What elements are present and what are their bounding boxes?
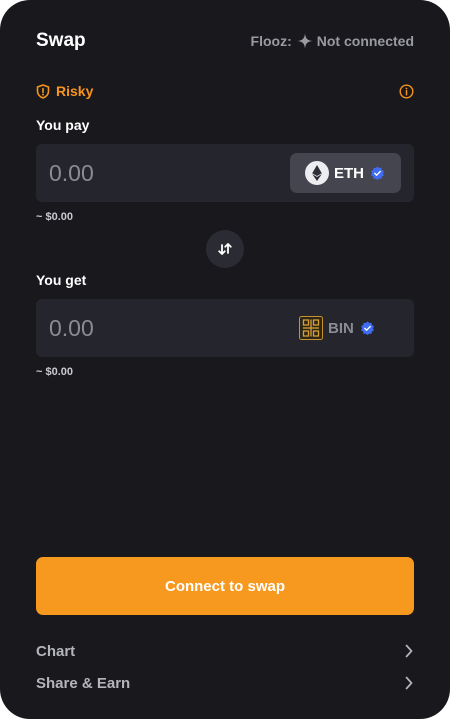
chart-link-label: Chart — [36, 642, 76, 660]
chevron-right-icon — [405, 676, 413, 690]
swap-widget: Swap Flooz: Not connected Risky You pay — [0, 0, 450, 719]
risk-row: Risky — [36, 81, 414, 101]
pay-label: You pay — [36, 117, 90, 133]
shield-warning-icon — [36, 83, 50, 99]
bin-token-icon — [299, 316, 323, 340]
receive-usd-value: ~ $0.00 — [36, 366, 74, 378]
info-icon[interactable] — [399, 83, 414, 99]
pay-amount-input[interactable] — [49, 157, 249, 189]
sparkle-icon — [297, 33, 313, 49]
verified-badge-icon — [360, 320, 374, 335]
verified-badge-icon — [371, 165, 384, 180]
pay-token-selector[interactable]: ETH — [290, 153, 401, 193]
connect-to-swap-button[interactable]: Connect to swap — [36, 557, 414, 615]
receive-label: You get — [36, 272, 87, 288]
swap-arrows-icon — [218, 243, 232, 255]
pay-field: ETH — [36, 144, 414, 202]
receive-amount-input[interactable] — [49, 312, 249, 344]
risk-label: Risky — [56, 83, 94, 99]
receive-field: BIN — [36, 299, 414, 357]
platform-label: Flooz: — [250, 33, 292, 49]
receive-token-selector[interactable]: BIN — [299, 308, 399, 348]
receive-token-symbol: BIN — [328, 319, 354, 337]
page-title: Swap — [36, 30, 86, 51]
connection-status[interactable]: Flooz: Not connected — [251, 33, 414, 49]
risk-badge: Risky — [36, 83, 93, 99]
chart-link[interactable]: Chart — [36, 640, 414, 662]
header: Swap Flooz: Not connected — [36, 28, 414, 54]
pay-usd-value: ~ $0.00 — [36, 211, 74, 223]
connection-status-text: Not connected — [316, 33, 414, 49]
share-earn-link[interactable]: Share & Earn — [36, 672, 414, 694]
switch-tokens-button[interactable] — [206, 230, 244, 268]
ethereum-icon — [305, 161, 329, 185]
chevron-right-icon — [405, 644, 413, 658]
pay-token-symbol: ETH — [334, 164, 364, 182]
share-earn-link-label: Share & Earn — [36, 674, 131, 692]
